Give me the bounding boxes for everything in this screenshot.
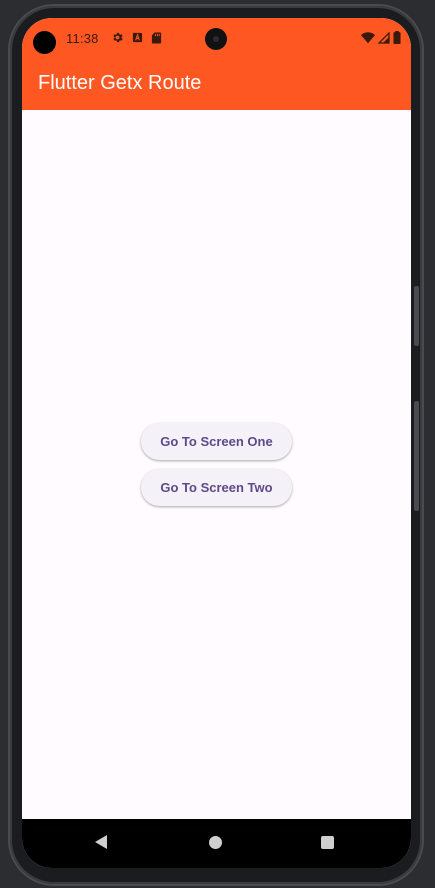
wifi-icon: [361, 31, 375, 43]
system-navigation-bar: [22, 819, 411, 868]
volume-button: [414, 286, 419, 346]
keyboard-a-icon: [132, 32, 143, 43]
back-icon[interactable]: [95, 835, 107, 849]
signal-icon: [378, 31, 390, 44]
go-to-screen-one-button[interactable]: Go To Screen One: [141, 423, 292, 460]
battery-icon: [393, 31, 401, 44]
recents-icon[interactable]: [321, 836, 334, 849]
gear-icon: [113, 32, 123, 43]
main-content: Go To Screen One Go To Screen Two: [22, 110, 411, 819]
power-button: [414, 401, 419, 511]
front-camera: [205, 28, 227, 50]
status-time: 11:38: [66, 31, 99, 46]
app-bar: Flutter Getx Route: [22, 60, 411, 110]
phone-screen: 11:38 Flutter Getx Route Go To Screen On…: [22, 18, 411, 868]
go-to-screen-two-button[interactable]: Go To Screen Two: [141, 469, 292, 506]
camera-cutout: [33, 31, 56, 54]
status-icons-left: [111, 31, 162, 44]
app-bar-title: Flutter Getx Route: [38, 72, 202, 94]
home-icon[interactable]: [209, 836, 222, 849]
status-icons-right: [361, 31, 401, 44]
status-bar: 11:38: [22, 18, 411, 60]
sd-card-icon: [151, 32, 162, 43]
